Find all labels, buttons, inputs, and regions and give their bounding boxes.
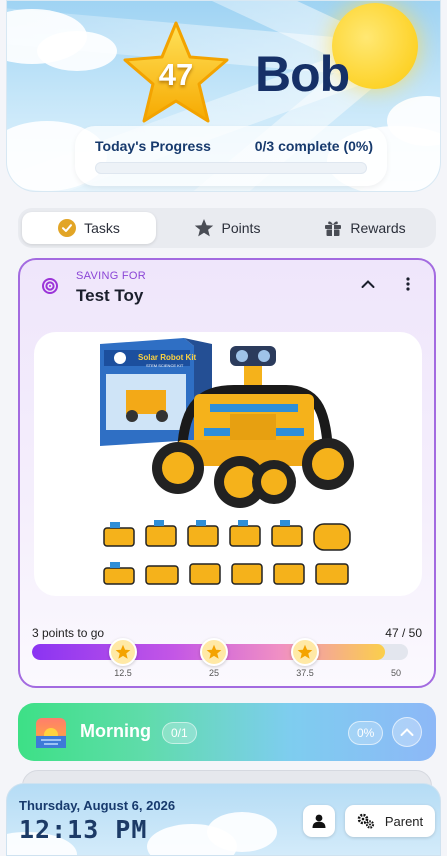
routine-count-badge: 0/1 bbox=[162, 722, 197, 744]
sunrise-icon bbox=[36, 718, 66, 748]
points-to-go: 3 points to go bbox=[32, 626, 105, 640]
goal-title: Test Toy bbox=[76, 286, 144, 305]
routine-percent-badge: 0% bbox=[348, 721, 384, 745]
tab-points[interactable]: Points bbox=[160, 212, 294, 244]
progress-bar bbox=[95, 162, 367, 174]
profile-header: 47 Bob Today's Progress 0/3 complete (0%… bbox=[6, 0, 441, 192]
chevron-up-icon bbox=[400, 728, 414, 736]
progress-status: 0/3 complete (0%) bbox=[254, 138, 373, 154]
profile-button[interactable] bbox=[303, 805, 335, 837]
saving-for-label: SAVING FOR bbox=[76, 270, 147, 282]
cloud bbox=[207, 812, 277, 852]
child-name: Bob bbox=[255, 46, 350, 102]
star-icon bbox=[206, 644, 222, 659]
points-fraction: 47 / 50 bbox=[385, 626, 422, 640]
tab-bar: Tasks Points Rewards bbox=[18, 208, 436, 248]
parent-mode-button[interactable]: Parent bbox=[345, 805, 435, 837]
progress-title: Today's Progress bbox=[95, 138, 211, 154]
milestone-star bbox=[109, 638, 137, 666]
footer-bar: Thursday, August 6, 2026 12:13 PM Parent bbox=[6, 783, 441, 856]
milestone-star bbox=[291, 638, 319, 666]
saving-goal-card: SAVING FOR Test Toy Solar Robot Kit STEM… bbox=[18, 258, 436, 688]
goal-product-image: Solar Robot Kit STEM SCIENCE KIT bbox=[34, 332, 422, 596]
tab-label: Tasks bbox=[84, 220, 120, 236]
tab-tasks[interactable]: Tasks bbox=[22, 212, 156, 244]
user-icon bbox=[312, 814, 326, 828]
more-options-button[interactable] bbox=[400, 272, 416, 296]
gift-icon bbox=[325, 221, 342, 236]
points-count: 47 bbox=[158, 57, 194, 92]
milestone-star bbox=[200, 638, 228, 666]
milestone-tick-label: 25 bbox=[208, 668, 219, 678]
star-icon bbox=[297, 644, 313, 659]
points-star: 47 bbox=[119, 19, 233, 127]
routine-title: Morning bbox=[80, 721, 151, 741]
milestone-tick-label: 37.5 bbox=[296, 668, 314, 678]
collapse-button[interactable] bbox=[356, 272, 380, 296]
daily-progress-card: Today's Progress 0/3 complete (0%) bbox=[75, 126, 387, 186]
star-icon bbox=[194, 219, 213, 237]
star-icon bbox=[115, 644, 131, 659]
parent-label: Parent bbox=[384, 813, 424, 829]
robot-kit-image: Solar Robot Kit STEM SCIENCE KIT bbox=[98, 334, 360, 596]
chevron-up-icon bbox=[361, 280, 375, 288]
cloud bbox=[37, 31, 117, 71]
tab-rewards[interactable]: Rewards bbox=[298, 212, 432, 244]
gears-icon bbox=[357, 813, 374, 829]
target-icon bbox=[42, 278, 58, 294]
milestone-tick-label: 50 bbox=[390, 668, 401, 678]
tab-label: Points bbox=[221, 220, 261, 236]
current-date: Thursday, August 6, 2026 bbox=[19, 798, 176, 813]
routine-card-morning[interactable]: Morning 0/1 0% bbox=[18, 703, 436, 761]
check-circle-icon bbox=[58, 219, 77, 237]
box-title-text: Solar Robot Kit bbox=[138, 353, 197, 362]
more-vertical-icon bbox=[406, 277, 410, 291]
box-subtitle-text: STEM SCIENCE KIT bbox=[146, 363, 184, 368]
current-time: 12:13 PM bbox=[19, 815, 148, 844]
tab-label: Rewards bbox=[350, 220, 406, 236]
milestone-tick-label: 12.5 bbox=[114, 668, 132, 678]
routine-expand-button[interactable] bbox=[392, 717, 422, 747]
